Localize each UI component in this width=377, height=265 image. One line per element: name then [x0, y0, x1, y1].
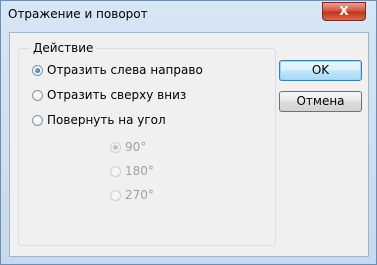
- radio-flip-vertical[interactable]: Отразить сверху вниз: [32, 87, 186, 103]
- radio-rotate-indicator[interactable]: [32, 114, 43, 126]
- radio-flip-horizontal-indicator[interactable]: [32, 64, 43, 76]
- radio-rotate-label: Повернуть на угол: [47, 113, 166, 127]
- close-icon: X: [339, 4, 349, 18]
- radio-flip-vertical-indicator[interactable]: [32, 89, 43, 101]
- radio-angle-270: 270°: [110, 187, 154, 203]
- ok-button[interactable]: OK: [279, 60, 362, 81]
- radio-angle-180-label: 180°: [125, 164, 154, 178]
- close-button[interactable]: X: [322, 2, 366, 21]
- radio-angle-90-label: 90°: [125, 140, 147, 154]
- radio-flip-horizontal[interactable]: Отразить слева направо: [32, 62, 203, 78]
- radio-rotate[interactable]: Повернуть на угол: [32, 112, 166, 128]
- dialog-client-area: Действие Отразить слева направо Отразить…: [9, 32, 369, 257]
- radio-angle-180-indicator: [110, 165, 121, 177]
- radio-angle-270-label: 270°: [125, 188, 154, 202]
- dialog-title: Отражение и поворот: [8, 7, 148, 21]
- dialog-window: Отражение и поворот X Действие Отразить …: [0, 0, 377, 265]
- radio-angle-270-indicator: [110, 189, 121, 201]
- radio-angle-90-indicator: [110, 141, 121, 153]
- radio-angle-90: 90°: [110, 139, 146, 155]
- radio-flip-horizontal-label: Отразить слева направо: [47, 63, 203, 77]
- cancel-button[interactable]: Отмена: [279, 91, 362, 112]
- action-group-legend: Действие: [30, 41, 97, 55]
- radio-angle-180: 180°: [110, 163, 154, 179]
- radio-flip-vertical-label: Отразить сверху вниз: [47, 88, 187, 102]
